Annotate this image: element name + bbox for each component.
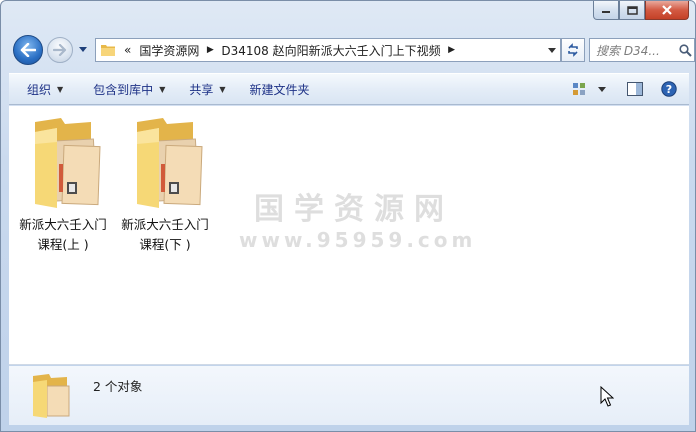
- preview-pane-button[interactable]: [621, 74, 649, 104]
- view-menu-dropdown[interactable]: [593, 74, 611, 104]
- folder-item[interactable]: 新派大六壬入门 课程(下 ): [115, 112, 215, 255]
- watermark-title: 国学资源网: [254, 192, 454, 227]
- maximize-button[interactable]: [619, 1, 645, 20]
- explorer-window: « 国学资源网 ▶ D34108 赵向阳新派大六壬入门上下视频 ▶ 搜索 D34…: [0, 0, 696, 432]
- breadcrumb-arrow-icon[interactable]: ▶: [203, 45, 217, 55]
- folder-name-line2: 课程(下 ): [139, 237, 191, 252]
- help-icon: ?: [661, 81, 677, 97]
- mouse-cursor-icon: [600, 386, 614, 407]
- address-bar[interactable]: « 国学资源网 ▶ D34108 赵向阳新派大六壬入门上下视频 ▶: [95, 38, 561, 62]
- minimize-icon: [602, 11, 610, 13]
- search-box[interactable]: 搜索 D34...: [589, 38, 695, 62]
- minimize-button[interactable]: [593, 1, 619, 20]
- address-history-dropdown[interactable]: [542, 39, 560, 61]
- folder-name-line1: 新派大六壬入门: [19, 217, 107, 232]
- close-icon: [662, 5, 672, 15]
- organize-label: 组织: [27, 82, 52, 97]
- address-overflow[interactable]: «: [116, 39, 135, 61]
- breadcrumb-arrow-icon[interactable]: ▶: [445, 45, 459, 55]
- share-menu[interactable]: 共享 ▼: [179, 74, 235, 104]
- navigation-bar: « 国学资源网 ▶ D34108 赵向阳新派大六壬入门上下视频 ▶ 搜索 D34…: [9, 32, 695, 68]
- search-icon[interactable]: [676, 43, 694, 57]
- search-input[interactable]: 搜索 D34...: [596, 42, 676, 59]
- preview-pane-icon: [627, 82, 643, 96]
- chevron-down-icon: [598, 86, 606, 92]
- watermark: 国学资源网 www.95959.com: [239, 184, 477, 252]
- new-folder-button[interactable]: 新建文件夹: [240, 74, 320, 104]
- change-view-button[interactable]: [565, 74, 593, 104]
- folder-icon: [33, 374, 70, 418]
- item-count: 2 个对象: [93, 379, 143, 394]
- folder-icon: [101, 45, 115, 56]
- details-pane: 2 个对象: [9, 366, 689, 425]
- recent-pages-dropdown[interactable]: [77, 42, 89, 56]
- svg-text:?: ?: [666, 83, 672, 96]
- caret-down-icon: ▼: [219, 84, 226, 94]
- share-label: 共享: [189, 82, 214, 97]
- folder-name-line2: 课程(上 ): [37, 237, 89, 252]
- new-folder-label: 新建文件夹: [249, 82, 310, 97]
- refresh-icon: [568, 43, 578, 57]
- breadcrumb-segment-root[interactable]: 国学资源网: [135, 39, 203, 61]
- include-in-library-label: 包含到库中: [93, 82, 154, 97]
- arrow-right-icon: [53, 44, 67, 56]
- view-options-icon: [573, 83, 585, 95]
- folder-item[interactable]: 新派大六壬入门 课程(上 ): [13, 112, 113, 255]
- breadcrumb-segment-current[interactable]: D34108 赵向阳新派大六壬入门上下视频: [217, 39, 444, 61]
- command-bar: 组织 ▼ 包含到库中 ▼ 共享 ▼ 新建文件夹 ?: [9, 73, 689, 105]
- include-in-library-menu[interactable]: 包含到库中 ▼: [83, 74, 175, 104]
- close-button[interactable]: [645, 1, 689, 20]
- folder-icon: [137, 118, 203, 208]
- view-controls: ?: [565, 74, 689, 104]
- back-button[interactable]: [13, 35, 43, 65]
- folder-icon: [35, 118, 101, 208]
- file-list[interactable]: 新派大六壬入门 课程(上 ) 新派大六壬入门 课程(下 ) 国学资源网 www.…: [9, 106, 689, 365]
- caret-down-icon: ▼: [57, 84, 64, 94]
- caption-buttons: [593, 1, 689, 20]
- chevron-down-icon: [79, 46, 87, 52]
- caret-down-icon: ▼: [159, 84, 166, 94]
- folder-name-line1: 新派大六壬入门: [121, 217, 209, 232]
- maximize-icon: [626, 5, 638, 15]
- organize-menu[interactable]: 组织 ▼: [9, 74, 73, 104]
- help-button[interactable]: ?: [655, 74, 683, 104]
- watermark-url: www.95959.com: [239, 228, 477, 252]
- refresh-button[interactable]: [561, 38, 585, 62]
- forward-button[interactable]: [47, 37, 73, 63]
- arrow-left-icon: [20, 43, 36, 57]
- chevron-down-icon: [547, 47, 556, 53]
